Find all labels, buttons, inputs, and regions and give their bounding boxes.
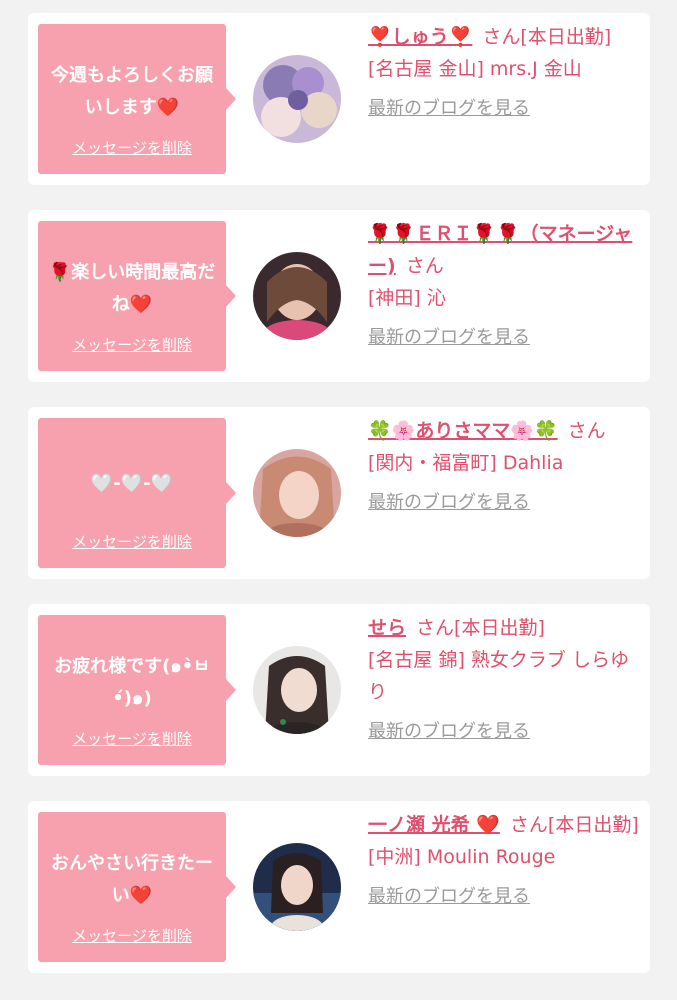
message-card: 今週もよろしくお願いします❤️ メッセージを削除 ❣️しゅう❣️ さん[本日出勤]… [28,13,650,185]
latest-blog-link[interactable]: 最新のブログを見る [368,716,530,748]
message-bubble: 今週もよろしくお願いします❤️ メッセージを削除 [38,24,236,174]
cast-name-link[interactable]: ❣️しゅう❣️ [368,26,472,48]
latest-blog-link[interactable]: 最新のブログを見る [368,487,530,519]
cast-avatar[interactable] [253,55,341,143]
message-text: 🌹楽しい時間最高だね❤️ [48,262,216,315]
message-text: 今週もよろしくお願いします❤️ [51,65,213,118]
honorific: さん [482,26,521,48]
shop-info: [中洲] Moulin Rouge [368,846,556,868]
message-text: おんやさい行きたーい❤️ [51,853,213,906]
message-bubble: 🌹楽しい時間最高だね❤️ メッセージを削除 [38,221,236,371]
delete-message-link[interactable]: メッセージを削除 [38,334,226,355]
message-bubble: 🤍-🤍-🤍 メッセージを削除 [38,418,236,568]
message-bubble: おんやさい行きたーい❤️ メッセージを削除 [38,812,236,962]
shop-info: [神田] 沁 [368,287,446,309]
message-card: お疲れ様です(๑•̀ㅂ•́)๑) メッセージを削除 せら さん[本日出勤] [名古… [28,604,650,776]
cast-avatar[interactable] [253,252,341,340]
shop-info: [名古屋 錦] 熟女クラブ しらゆり [368,649,629,703]
delete-message-link[interactable]: メッセージを削除 [38,925,226,946]
cast-info: ❣️しゅう❣️ さん[本日出勤] [名古屋 金山] mrs.J 金山 最新のブログ… [368,21,640,125]
message-text: 🤍-🤍-🤍 [90,473,174,494]
honorific: さん [509,814,548,836]
cast-info: 🌹🌹ＥＲＩ🌹🌹（マネージャー) さん [神田] 沁 最新のブログを見る [368,218,640,354]
cast-name-link[interactable]: せら [368,617,406,639]
delete-message-link[interactable]: メッセージを削除 [38,728,226,749]
delete-message-link[interactable]: メッセージを削除 [38,137,226,158]
cast-avatar[interactable] [253,646,341,734]
shop-info: [関内・福富町] Dahlia [368,452,564,474]
cast-name-link[interactable]: 🍀🌸ありさママ🌸🍀 [368,420,558,442]
message-text: お疲れ様です(๑•̀ㅂ•́)๑) [54,656,210,709]
delete-message-link[interactable]: メッセージを削除 [38,531,226,552]
honorific: さん [416,617,455,639]
honorific: さん [405,255,444,277]
latest-blog-link[interactable]: 最新のブログを見る [368,881,530,913]
message-list: 今週もよろしくお願いします❤️ メッセージを削除 ❣️しゅう❣️ さん[本日出勤]… [0,0,677,1000]
cast-name-line: ❣️しゅう❣️ さん[本日出勤] [368,21,640,53]
message-card: 🤍-🤍-🤍 メッセージを削除 🍀🌸ありさママ🌸🍀 さん [関内・福富町] Dahl… [28,407,650,579]
cast-name-line: 🍀🌸ありさママ🌸🍀 さん [368,415,640,447]
cast-avatar[interactable] [253,449,341,537]
latest-blog-link[interactable]: 最新のブログを見る [368,93,530,125]
shop-info: [名古屋 金山] mrs.J 金山 [368,58,582,80]
cast-name-line: 一ノ瀬 光希 ❤️ さん[本日出勤] [368,809,640,841]
message-card: 🌹楽しい時間最高だね❤️ メッセージを削除 🌹🌹ＥＲＩ🌹🌹（マネージャー) さん … [28,210,650,382]
cast-name-line: せら さん[本日出勤] [368,612,640,644]
cast-name-link[interactable]: 一ノ瀬 光希 ❤️ [368,814,500,836]
cast-info: 一ノ瀬 光希 ❤️ さん[本日出勤] [中洲] Moulin Rouge 最新のブ… [368,809,640,913]
message-card: おんやさい行きたーい❤️ メッセージを削除 一ノ瀬 光希 ❤️ さん[本日出勤] … [28,801,650,973]
message-bubble: お疲れ様です(๑•̀ㅂ•́)๑) メッセージを削除 [38,615,236,765]
latest-blog-link[interactable]: 最新のブログを見る [368,322,530,354]
cast-info: 🍀🌸ありさママ🌸🍀 さん [関内・福富町] Dahlia 最新のブログを見る [368,415,640,519]
cast-info: せら さん[本日出勤] [名古屋 錦] 熟女クラブ しらゆり 最新のブログを見る [368,612,640,748]
attendance-status: [本日出勤] [520,26,612,48]
attendance-status: [本日出勤] [454,617,545,639]
cast-name-line: 🌹🌹ＥＲＩ🌹🌹（マネージャー) さん [368,218,640,282]
honorific: さん [567,420,606,442]
cast-avatar[interactable] [253,843,341,931]
attendance-status: [本日出勤] [547,814,639,836]
